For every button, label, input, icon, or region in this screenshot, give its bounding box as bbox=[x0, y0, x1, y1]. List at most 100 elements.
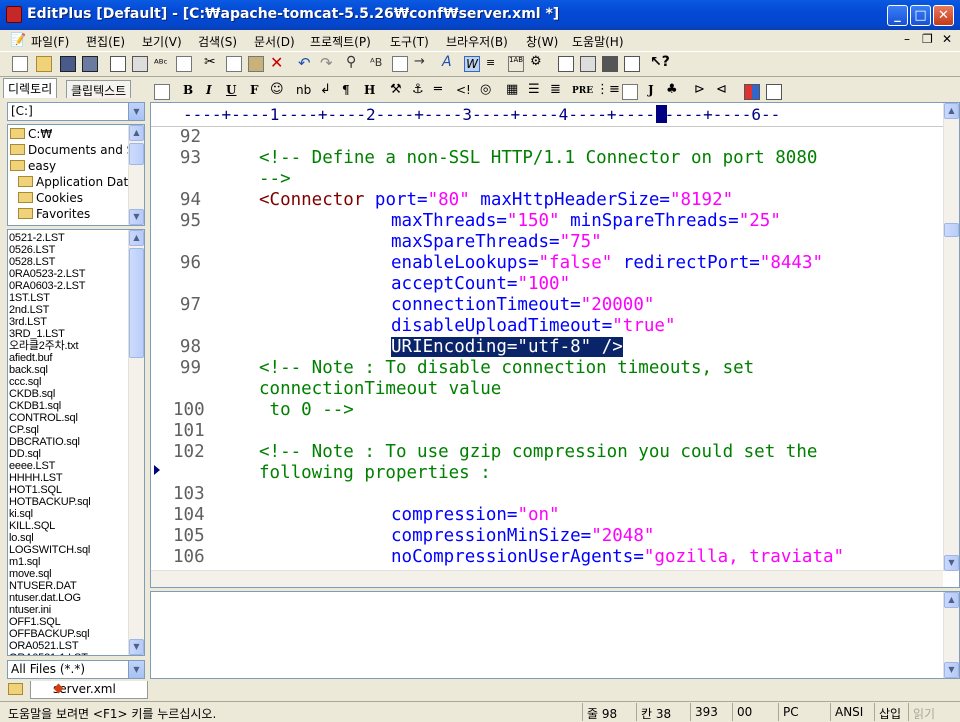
file-list-item[interactable]: DD.sql bbox=[9, 448, 41, 460]
directory-tree[interactable]: C:₩ Documents and S easy Application Dat… bbox=[7, 124, 145, 226]
code-line[interactable]: maxSpareThreads="75" bbox=[391, 232, 612, 252]
form-icon[interactable] bbox=[622, 84, 638, 100]
menu-file[interactable]: 파일(F) bbox=[31, 33, 69, 50]
tree-scrollbar[interactable]: ▲ ▼ bbox=[128, 125, 144, 225]
code-line[interactable]: to 0 --> bbox=[259, 400, 354, 420]
tag-icon[interactable]: ⊳ bbox=[694, 82, 710, 98]
code-line[interactable]: connectionTimeout="20000" bbox=[391, 295, 665, 315]
scroll-up-icon[interactable]: ▲ bbox=[129, 230, 144, 246]
file-list-item[interactable]: 0526.LST bbox=[9, 244, 55, 256]
code-line[interactable]: maxThreads="150" minSpareThreads="25" bbox=[391, 211, 791, 231]
copy-icon[interactable] bbox=[226, 56, 242, 72]
file-list-item[interactable]: 0528.LST bbox=[9, 256, 55, 268]
code-line[interactable]: compression="on" bbox=[391, 505, 570, 525]
line-number-icon[interactable]: ≡ bbox=[486, 56, 502, 72]
replace-icon[interactable]: ᴬB bbox=[370, 56, 386, 72]
file-list-item[interactable]: HHHH.LST bbox=[9, 472, 63, 484]
tree-node[interactable]: Favorites bbox=[18, 207, 90, 223]
code-line[interactable]: --> bbox=[259, 169, 291, 189]
scroll-thumb[interactable] bbox=[944, 223, 959, 237]
align-center-icon[interactable]: ☰ bbox=[528, 82, 544, 98]
bold-button[interactable]: B bbox=[183, 83, 193, 97]
menu-tools[interactable]: 도구(T) bbox=[390, 33, 429, 50]
line-break-icon[interactable]: ↲ bbox=[320, 82, 336, 98]
tree-node[interactable]: Application Data bbox=[18, 175, 136, 191]
color-icon[interactable]: ☺ bbox=[270, 82, 286, 98]
editor-vertical-scrollbar[interactable]: ▲ ▼ bbox=[943, 103, 959, 571]
code-line[interactable]: <!-- Define a non-SSL HTTP/1.1 Connector… bbox=[259, 148, 817, 168]
scroll-down-icon[interactable]: ▼ bbox=[944, 555, 959, 571]
scroll-down-icon[interactable]: ▼ bbox=[944, 662, 959, 678]
file-list[interactable]: ▲ ▼ 0521-2.LST 0526.LST 0528.LST 0RA0523-2.… bbox=[7, 229, 145, 656]
mdi-minimize-icon[interactable]: – bbox=[904, 32, 910, 46]
mdi-restore-icon[interactable]: ❐ bbox=[922, 32, 933, 46]
menu-document[interactable]: 문서(D) bbox=[254, 33, 295, 50]
file-list-item[interactable]: back.sql bbox=[9, 364, 48, 376]
drive-select[interactable]: [C:] ▼ bbox=[7, 102, 145, 121]
clip-icon[interactable] bbox=[176, 56, 192, 72]
file-list-item[interactable]: LOGSWITCH.sql bbox=[9, 544, 90, 556]
font-icon[interactable]: A bbox=[442, 54, 458, 70]
scroll-down-icon[interactable]: ▼ bbox=[129, 209, 144, 225]
undo-icon[interactable]: ↶ bbox=[298, 54, 314, 72]
code-line[interactable]: <Connector port="80" maxHttpHeaderSize="… bbox=[259, 190, 744, 210]
code-area[interactable]: 92 93 <!-- Define a non-SSL HTTP/1.1 Conne… bbox=[151, 127, 943, 571]
cut-icon[interactable]: ✂ bbox=[204, 54, 220, 70]
file-list-item[interactable]: 오라클2주차.txt bbox=[9, 340, 79, 352]
code-line[interactable]: noCompressionUserAgents="gozilla, travia… bbox=[391, 547, 855, 567]
ordered-list-icon[interactable]: ⋮≡ bbox=[596, 82, 620, 98]
file-list-item[interactable]: afiedt.buf bbox=[9, 352, 52, 364]
file-list-item[interactable]: ccc.sql bbox=[9, 376, 41, 388]
output-scrollbar[interactable]: ▲ ▼ bbox=[943, 592, 959, 678]
find-in-files-icon[interactable] bbox=[392, 56, 408, 72]
file-list-item[interactable]: ki.sql bbox=[9, 508, 33, 520]
document-tab[interactable]: server.xml bbox=[30, 681, 148, 699]
hammer-icon[interactable]: ⚒ bbox=[390, 82, 406, 98]
folder-icon[interactable] bbox=[8, 683, 23, 695]
code-line[interactable]: URIEncoding="utf-8" /> bbox=[391, 337, 623, 357]
editplus-app-icon[interactable] bbox=[6, 6, 22, 23]
file-list-item[interactable]: ntuser.dat.LOG bbox=[9, 592, 81, 604]
image-icon[interactable]: ◎ bbox=[480, 82, 496, 98]
tree-node[interactable]: easy bbox=[10, 159, 56, 175]
chevron-down-icon[interactable]: ▼ bbox=[128, 103, 144, 120]
code-line[interactable]: enableLookups="false" redirectPort="8443… bbox=[391, 253, 834, 273]
file-list-item[interactable]: CONTROL.sql bbox=[9, 412, 78, 424]
color-palette-icon[interactable] bbox=[744, 84, 760, 100]
file-list-scrollbar[interactable]: ▲ ▼ bbox=[128, 230, 144, 655]
menu-edit[interactable]: 편집(E) bbox=[86, 33, 125, 50]
style-icon[interactable]: ♣ bbox=[666, 82, 682, 98]
script-button[interactable]: J bbox=[648, 83, 654, 97]
file-list-item[interactable]: OFFBACKUP.sql bbox=[9, 628, 90, 640]
code-line[interactable]: following properties : bbox=[259, 463, 491, 483]
goto-icon[interactable]: → bbox=[414, 54, 430, 70]
nbsp-button[interactable]: nb bbox=[296, 83, 311, 97]
code-line[interactable]: <!-- Note : To use gzip compression you … bbox=[259, 442, 817, 462]
heading-button[interactable]: H bbox=[364, 83, 375, 97]
tab-cliptext[interactable]: 클립텍스트 bbox=[66, 80, 132, 98]
file-filter-select[interactable]: All Files (*.*) ▼ bbox=[7, 660, 145, 679]
tree-node[interactable]: Documents and S bbox=[10, 143, 134, 159]
scroll-up-icon[interactable]: ▲ bbox=[944, 103, 959, 119]
maximize-button[interactable]: □ bbox=[910, 5, 931, 26]
new-file-icon[interactable] bbox=[12, 56, 28, 72]
file-list-item[interactable]: ORA0521-1.LST bbox=[9, 652, 88, 655]
spell-check-icon[interactable]: ᴬᴮᶜ bbox=[154, 57, 170, 73]
file-list-item[interactable]: 3RD_1.LST bbox=[9, 328, 65, 340]
comment-icon[interactable]: <!· bbox=[456, 83, 472, 111]
menu-view[interactable]: 보기(V) bbox=[142, 33, 182, 50]
ruler-toggle-icon[interactable]: 1AB bbox=[508, 56, 524, 72]
redo-icon[interactable]: ↷ bbox=[320, 54, 336, 72]
menu-help[interactable]: 도움말(H) bbox=[572, 33, 624, 50]
split-window-icon[interactable] bbox=[766, 84, 782, 100]
pre-button[interactable]: PRE bbox=[572, 86, 593, 96]
tree-node[interactable]: Cookies bbox=[18, 191, 83, 207]
open-file-icon[interactable] bbox=[36, 56, 52, 72]
document-menu-icon[interactable]: 📝 bbox=[10, 33, 26, 48]
save-all-icon[interactable] bbox=[82, 56, 98, 72]
list-icon[interactable]: ≣ bbox=[550, 82, 566, 98]
menu-project[interactable]: 프로젝트(P) bbox=[310, 33, 371, 50]
find-icon[interactable]: ⚲ bbox=[346, 54, 362, 70]
directory-window-icon[interactable] bbox=[558, 56, 574, 72]
browser-preview-icon[interactable] bbox=[154, 84, 170, 100]
